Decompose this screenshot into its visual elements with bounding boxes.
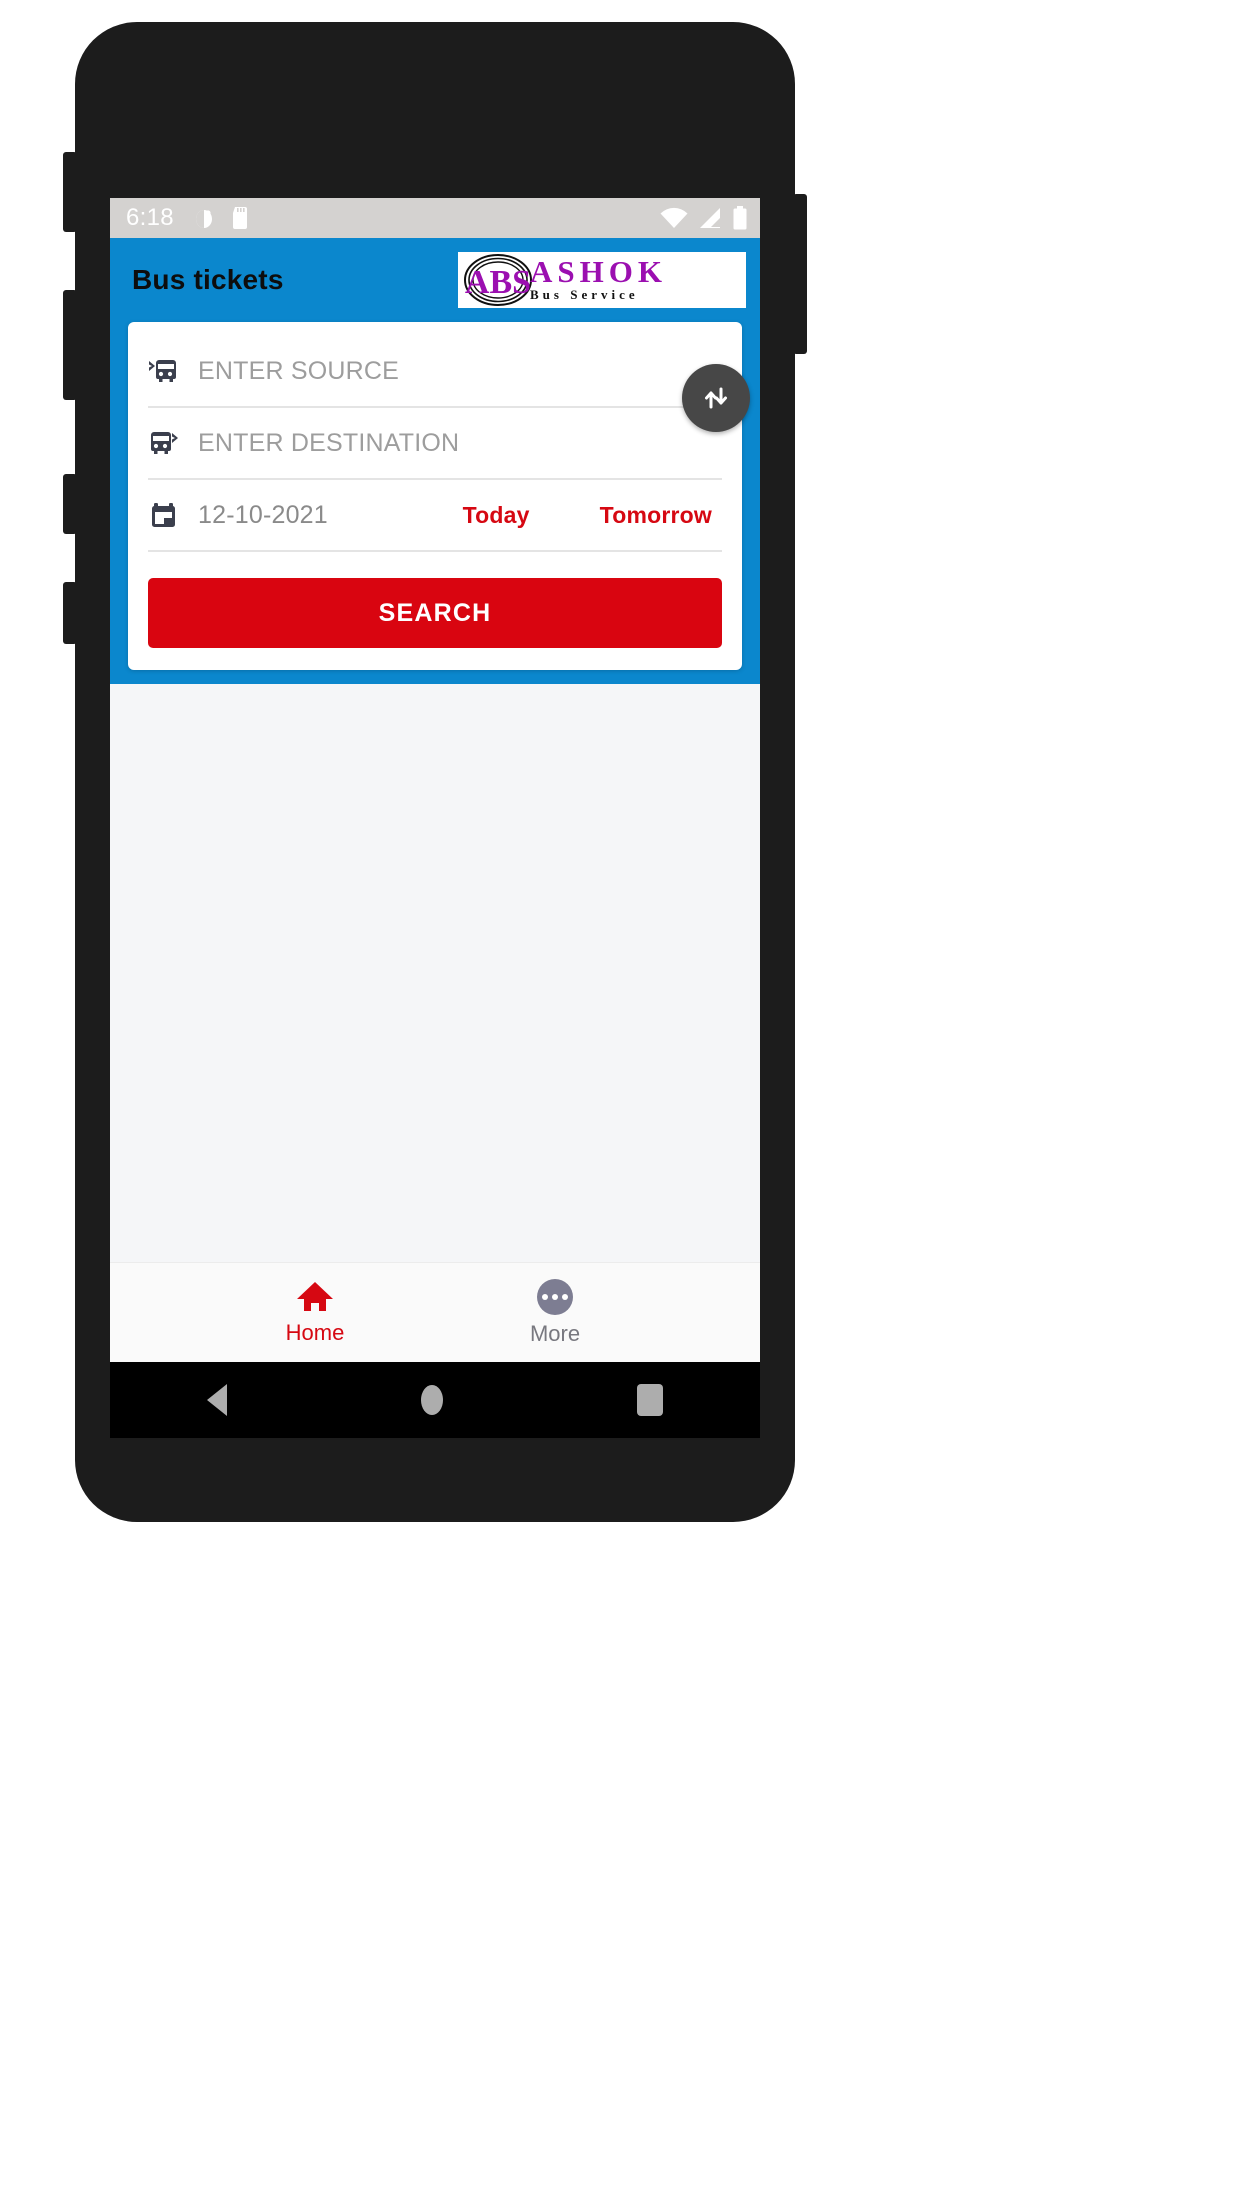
header-region: Bus tickets ABS ASHOK Bus Service ENTER …	[110, 238, 760, 684]
more-dot-2	[552, 1293, 558, 1300]
do-not-disturb-icon	[195, 210, 212, 228]
home-circle-icon[interactable]	[421, 1385, 443, 1415]
device-button-left-4[interactable]	[63, 582, 77, 644]
brand-tagline: Bus Service	[530, 287, 639, 302]
status-bar-right-icons	[660, 206, 748, 230]
device-button-right-power[interactable]	[793, 194, 807, 354]
calendar-icon	[152, 503, 175, 527]
tomorrow-quick-button[interactable]: Tomorrow	[600, 502, 712, 529]
search-button[interactable]: SEARCH	[148, 578, 722, 648]
date-field-row[interactable]: 12-10-2021 Today Tomorrow	[148, 480, 722, 552]
status-bar-left-icons	[192, 206, 250, 230]
wifi-icon	[660, 207, 688, 228]
device-button-left-2[interactable]	[63, 290, 77, 400]
page-title: Bus tickets	[132, 264, 284, 295]
brand-logo: ABS ASHOK Bus Service	[458, 252, 746, 308]
home-icon	[297, 1281, 333, 1311]
bus-departure-icon	[149, 360, 176, 382]
nav-item-more[interactable]: More	[495, 1278, 615, 1347]
source-field-row[interactable]: ENTER SOURCE	[148, 336, 722, 408]
swap-source-destination-button[interactable]	[682, 364, 750, 432]
brand-name: ASHOK	[530, 254, 667, 289]
nav-label-more: More	[529, 1320, 581, 1346]
brand-logo-text: ASHOK Bus Service	[530, 254, 667, 303]
bus-arrival-icon	[151, 432, 178, 454]
more-dot-1	[542, 1293, 548, 1300]
cellular-signal-icon	[700, 208, 720, 228]
app-bar: Bus tickets ABS ASHOK Bus Service	[110, 238, 760, 322]
battery-icon	[733, 206, 747, 230]
date-value: 12-10-2021	[198, 500, 328, 529]
source-input-placeholder: ENTER SOURCE	[198, 356, 400, 385]
android-system-navigation-bar	[110, 1362, 760, 1438]
device-button-left-1[interactable]	[63, 152, 77, 232]
swap-vertical-icon	[705, 387, 727, 409]
nav-label-home: Home	[285, 1319, 345, 1345]
phone-screen: 6:18 Bus tickets ABS ASHOK Bus Service E…	[110, 198, 760, 1362]
search-button-label: SEARCH	[378, 598, 492, 627]
sd-card-icon	[232, 207, 247, 229]
more-dots-icon	[537, 1278, 573, 1315]
content-area	[110, 684, 760, 1134]
search-card: ENTER SOURCE ENTER DESTINATION 12-10-202…	[128, 322, 750, 670]
abs-monogram-icon: ABS	[464, 254, 532, 306]
destination-input-placeholder: ENTER DESTINATION	[198, 428, 460, 457]
nav-item-home[interactable]: Home	[255, 1280, 375, 1346]
status-bar: 6:18	[110, 198, 760, 238]
destination-field-row[interactable]: ENTER DESTINATION	[148, 408, 722, 480]
bottom-navigation-bar: Home More	[110, 1262, 760, 1362]
status-bar-time: 6:18	[126, 204, 174, 231]
device-button-left-3[interactable]	[63, 474, 77, 534]
recents-square-icon[interactable]	[637, 1384, 663, 1416]
back-triangle-icon[interactable]	[207, 1384, 227, 1416]
svg-text:ABS: ABS	[465, 264, 531, 301]
today-quick-button[interactable]: Today	[463, 502, 530, 529]
more-dot-3	[562, 1293, 568, 1300]
